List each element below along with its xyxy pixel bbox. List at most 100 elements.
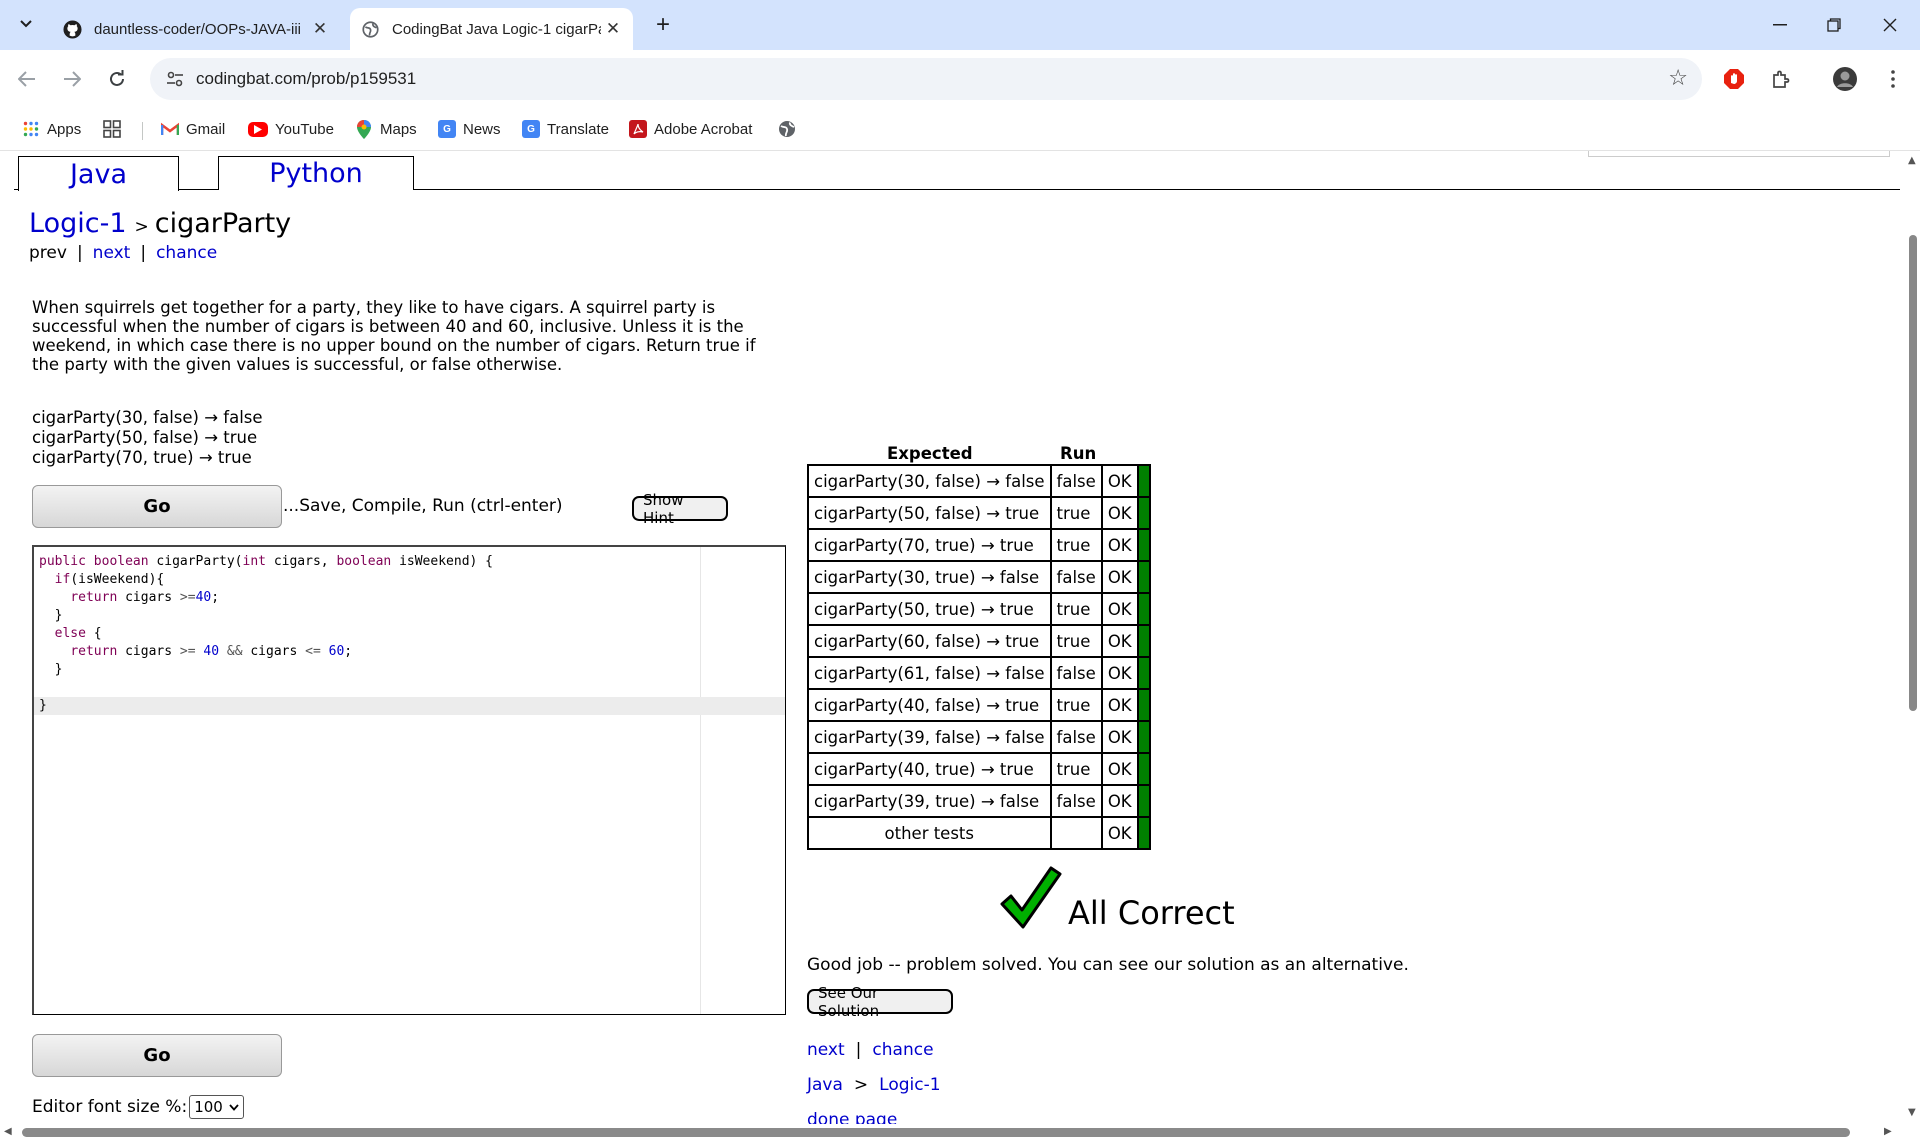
address-bar[interactable]: codingbat.com/prob/p159531 ☆ (150, 58, 1702, 100)
bookmark-news[interactable]: G News (438, 116, 501, 142)
font-size-value: 100 (194, 1098, 223, 1116)
close-window-icon[interactable] (1862, 0, 1918, 50)
prev-label: prev (29, 243, 67, 263)
vertical-scrollbar[interactable]: ▲ ▼ (1906, 151, 1920, 1124)
bookmark-star-icon[interactable]: ☆ (1668, 66, 1688, 91)
apps-grid-icon (22, 120, 40, 138)
bookmark-adobe-acrobat[interactable]: Adobe Acrobat (629, 116, 752, 142)
show-hint-button[interactable]: Show Hint (632, 491, 728, 527)
java-link[interactable]: Java (807, 1075, 843, 1095)
scroll-right-icon[interactable]: ▶ (1884, 1126, 1892, 1137)
extensions-puzzle-icon[interactable] (1764, 62, 1798, 96)
github-icon (62, 19, 82, 39)
run-cell: true (1049, 528, 1103, 562)
adblock-extension-icon[interactable] (1717, 62, 1751, 96)
nav-separator: | (76, 243, 83, 263)
run-header: Run (1060, 444, 1097, 463)
all-correct-label: All Correct (1068, 894, 1235, 932)
bookmark-translate[interactable]: G Translate (522, 116, 609, 142)
site-settings-icon[interactable] (164, 68, 186, 90)
expected-cell: cigarParty(30, true) → false (807, 560, 1052, 594)
login-box-partial (1588, 151, 1890, 157)
run-cell: false (1049, 656, 1103, 690)
run-cell: false (1049, 464, 1103, 498)
forward-icon[interactable] (55, 62, 89, 96)
chance-link[interactable]: chance (156, 243, 217, 263)
code-editor[interactable]: public boolean cigarParty(int cigars, bo… (32, 545, 786, 1015)
table-row: cigarParty(39, false) → false false OK (807, 720, 1151, 754)
table-row: cigarParty(61, false) → false false OK (807, 656, 1151, 690)
horizontal-scrollbar[interactable]: ◀ ▶ (0, 1124, 1920, 1140)
bookmark-gmail[interactable]: Gmail (161, 116, 225, 142)
expected-header: Expected (887, 444, 973, 463)
examples-list: cigarParty(30, false) → false cigarParty… (32, 408, 263, 468)
scroll-left-icon[interactable]: ◀ (4, 1126, 12, 1137)
run-cell: false (1049, 784, 1103, 818)
close-tab-icon[interactable]: ✕ (601, 17, 625, 41)
browser-tab-github[interactable]: dauntless-coder/OOPs-JAVA-iii ✕ (52, 8, 340, 50)
next-link[interactable]: next (93, 243, 131, 263)
go-button[interactable]: Go (32, 485, 282, 528)
status-cell: OK (1100, 752, 1139, 786)
run-cell: true (1049, 592, 1103, 626)
profile-avatar[interactable] (1828, 62, 1862, 96)
font-size-select[interactable]: 100 (189, 1095, 245, 1119)
back-icon[interactable] (10, 62, 44, 96)
expected-cell: cigarParty(60, false) → true (807, 624, 1052, 658)
restore-icon[interactable] (1806, 0, 1862, 50)
active-tab-gap (19, 189, 178, 191)
table-row: cigarParty(30, false) → false false OK (807, 464, 1151, 498)
bookmark-apps[interactable]: Apps (22, 116, 81, 142)
chevron-down-icon (20, 20, 32, 28)
new-tab-button[interactable]: + (648, 10, 678, 40)
reload-icon[interactable] (100, 62, 134, 96)
tab-search-dropdown[interactable] (11, 9, 41, 39)
status-cell: OK (1100, 688, 1139, 722)
pass-indicator (1136, 784, 1151, 818)
logic-1-link[interactable]: Logic-1 (879, 1075, 940, 1095)
go-button-bottom[interactable]: Go (32, 1034, 282, 1077)
editor-font-size: Editor font size %: 100 (32, 1095, 245, 1119)
expected-cell: other tests (807, 816, 1052, 850)
pass-indicator (1136, 528, 1151, 562)
done-page-link[interactable]: done page (807, 1110, 897, 1124)
table-row: cigarParty(40, true) → true true OK (807, 752, 1151, 786)
bookmark-youtube[interactable]: YouTube (248, 116, 334, 142)
run-cell: false (1049, 720, 1103, 754)
problem-navigation: prev | next | chance (29, 243, 217, 263)
chance-link-bottom[interactable]: chance (872, 1040, 933, 1060)
tab-python[interactable]: Python (218, 156, 414, 190)
expected-cell: cigarParty(70, true) → true (807, 528, 1052, 562)
next-link-bottom[interactable]: next (807, 1040, 845, 1060)
tab-groups-icon[interactable] (103, 116, 121, 142)
breadcrumb-section-link[interactable]: Logic-1 (29, 208, 127, 239)
bookmark-maps[interactable]: Maps (355, 116, 417, 142)
browser-menu-icon[interactable] (1876, 62, 1910, 96)
horizontal-scroll-thumb[interactable] (22, 1128, 1850, 1137)
pass-indicator (1136, 496, 1151, 530)
nav-separator: | (855, 1040, 862, 1060)
scroll-up-icon[interactable]: ▲ (1908, 155, 1916, 166)
globe-bookmark-icon[interactable] (778, 116, 796, 142)
expected-cell: cigarParty(40, true) → true (807, 752, 1052, 786)
see-solution-button[interactable]: See Our Solution (807, 984, 953, 1020)
bookmarks-divider (142, 122, 143, 140)
table-row: cigarParty(50, true) → true true OK (807, 592, 1151, 626)
success-message: Good job -- problem solved. You can see … (807, 955, 1409, 975)
tab-java[interactable]: Java (18, 156, 179, 191)
crumb-separator: > (853, 1075, 869, 1095)
vertical-scroll-thumb[interactable] (1909, 235, 1917, 711)
pass-indicator (1136, 720, 1151, 754)
close-tab-icon[interactable]: ✕ (308, 17, 332, 41)
bookmark-label: Adobe Acrobat (654, 120, 753, 138)
tab-title: dauntless-coder/OOPs-JAVA-iii (94, 20, 302, 38)
code-content[interactable]: public boolean cigarParty(int cigars, bo… (34, 553, 785, 715)
tab-title: CodingBat Java Logic-1 cigarParty (392, 20, 601, 38)
pass-indicator (1136, 560, 1151, 594)
problem-description: When squirrels get together for a party,… (32, 298, 756, 374)
section-crumb-row: Java > Logic-1 (807, 1068, 941, 1103)
run-cell: true (1049, 496, 1103, 530)
minimize-icon[interactable] (1752, 0, 1808, 50)
scroll-down-icon[interactable]: ▼ (1908, 1107, 1916, 1118)
browser-tab-codingbat[interactable]: CodingBat Java Logic-1 cigarParty ✕ (350, 8, 633, 50)
